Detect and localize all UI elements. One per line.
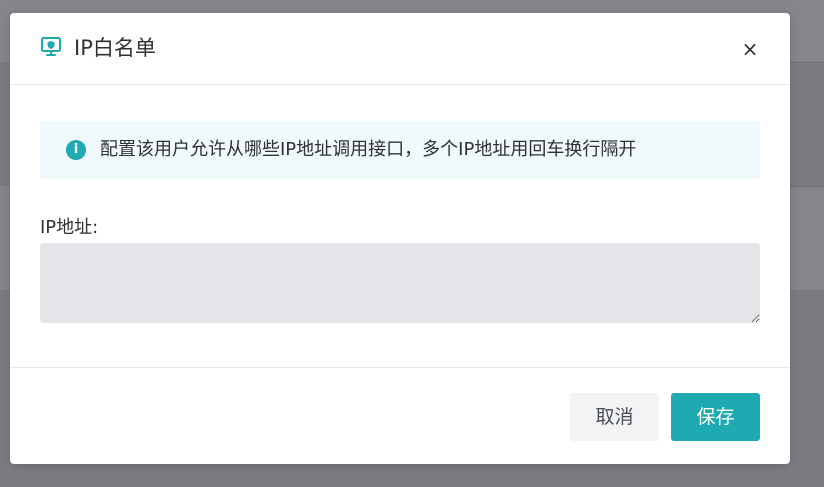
monitor-shield-icon <box>41 37 61 57</box>
close-button[interactable]: × <box>738 37 762 61</box>
ip-whitelist-dialog: IP白名单 × i 配置该用户允许从哪些IP地址调用接口，多个IP地址用回车换行… <box>10 13 790 464</box>
dialog-footer: 取消 保存 <box>10 367 790 465</box>
info-message: 配置该用户允许从哪些IP地址调用接口，多个IP地址用回车换行隔开 <box>100 139 637 160</box>
dialog-title: IP白名单 <box>74 36 156 60</box>
background-divider <box>790 186 824 187</box>
dialog-header: IP白名单 × <box>10 13 790 85</box>
background-divider <box>790 62 824 63</box>
ip-address-input[interactable] <box>40 243 760 323</box>
save-button[interactable]: 保存 <box>671 393 760 441</box>
ip-address-label: IP地址: <box>40 217 99 238</box>
cancel-button[interactable]: 取消 <box>570 393 659 441</box>
info-banner: i 配置该用户允许从哪些IP地址调用接口，多个IP地址用回车换行隔开 <box>40 121 760 179</box>
info-icon: i <box>66 140 86 160</box>
